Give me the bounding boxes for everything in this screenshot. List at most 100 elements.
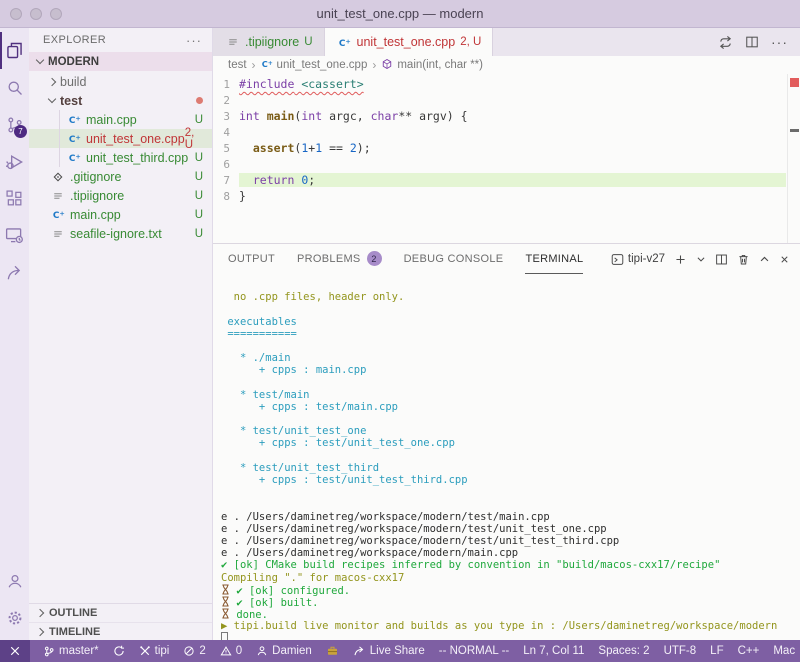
line-content: int main(int argc, char** argv) { (239, 109, 786, 123)
code-line-8[interactable]: 8} (213, 188, 800, 204)
terminal-line: Compiling "." for macos-cxx17 (221, 572, 800, 584)
extensions-icon[interactable] (0, 180, 29, 217)
workspace-section-header[interactable]: MODERN (29, 52, 212, 71)
line-number: 7 (213, 174, 239, 187)
workspace-name: MODERN (48, 56, 99, 68)
split-terminal-icon[interactable] (715, 253, 728, 266)
breadcrumb-folder[interactable]: test (228, 59, 247, 71)
split-editor-icon[interactable] (745, 35, 759, 49)
status-item-mac[interactable]: Mac (766, 645, 800, 657)
terminal-line: * test/main (221, 389, 800, 401)
window-title: unit_test_one.cpp — modern (317, 6, 484, 21)
status-item-master-[interactable]: master* (36, 645, 106, 658)
svg-text:+: + (59, 209, 64, 217)
status-item-c++[interactable]: C++ (731, 645, 767, 657)
close-window-button[interactable] (10, 8, 22, 20)
status-item-sync-icon[interactable] (106, 645, 132, 657)
svg-text:+: + (345, 37, 350, 45)
briefcase-icon (326, 645, 339, 657)
code-line-7[interactable]: 7 return 0; (213, 172, 800, 188)
run-debug-icon[interactable] (0, 143, 29, 180)
open-changes-icon[interactable] (718, 35, 733, 50)
explorer-icon[interactable] (0, 32, 29, 69)
panel-tab-output[interactable]: OUTPUT (228, 244, 275, 274)
explorer-item--gitignore[interactable]: .gitignoreU (29, 167, 212, 186)
kill-terminal-icon[interactable] (737, 253, 750, 266)
cpp-icon: C+ (51, 208, 65, 221)
item-label: .tipiignore (70, 189, 124, 203)
account-icon[interactable] (0, 562, 29, 599)
chevron-down-icon[interactable] (696, 254, 706, 264)
svg-text:C: C (52, 211, 59, 221)
line-number: 4 (213, 126, 239, 139)
minimize-window-button[interactable] (30, 8, 42, 20)
cpp-icon: C+ (67, 113, 81, 126)
item-label: build (60, 75, 86, 89)
live-share-icon[interactable] (0, 254, 29, 291)
explorer-item-build[interactable]: build (29, 72, 212, 91)
tab-unit-test-one[interactable]: C+ unit_test_one.cpp 2, U (325, 28, 494, 56)
svg-text:C: C (339, 38, 346, 48)
breadcrumb-file[interactable]: C+ unit_test_one.cpp (261, 58, 368, 73)
terminal-line: no .cpp files, header only. (221, 291, 800, 303)
timeline-section[interactable]: TIMELINE (29, 622, 212, 640)
code-line-4[interactable]: 4 (213, 124, 800, 140)
code-line-2[interactable]: 2 (213, 92, 800, 108)
maximize-panel-icon[interactable] (759, 254, 770, 265)
status-item-spaces-2[interactable]: Spaces: 2 (591, 645, 656, 657)
status-item-2[interactable]: 2 (176, 645, 212, 657)
source-control-icon[interactable]: 7 (0, 106, 29, 143)
more-actions-icon[interactable]: ··· (771, 34, 788, 50)
explorer-item-main-cpp[interactable]: C+main.cppU (29, 205, 212, 224)
terminal-line: e . /Users/daminetreg/workspace/modern/t… (221, 511, 800, 523)
status-item-tipi[interactable]: tipi (132, 645, 177, 657)
code-line-3[interactable]: 3int main(int argc, char** argv) { (213, 108, 800, 124)
code-line-6[interactable]: 6 (213, 156, 800, 172)
panel-tab-debug-console[interactable]: DEBUG CONSOLE (404, 244, 504, 274)
terminal-line (221, 279, 800, 291)
explorer-item-seafile-ignore-txt[interactable]: seafile-ignore.txtU (29, 224, 212, 243)
chevron-right-icon (36, 627, 44, 635)
code-editor[interactable]: 1#include <cassert>23int main(int argc, … (213, 74, 800, 243)
status-item-briefcase-icon[interactable] (319, 645, 346, 657)
terminal-picker[interactable]: tipi-v27 (611, 253, 665, 266)
status-label: -- NORMAL -- (439, 645, 509, 657)
remote-explorer-icon[interactable] (0, 217, 29, 254)
status-item-damien[interactable]: Damien (249, 645, 319, 657)
status-label: Mac (773, 645, 795, 657)
status-item-lf[interactable]: LF (703, 645, 730, 657)
outline-section[interactable]: OUTLINE (29, 604, 212, 622)
panel-tab-terminal[interactable]: TERMINAL (525, 244, 583, 274)
search-icon[interactable] (0, 69, 29, 106)
status-item-utf-8[interactable]: UTF-8 (657, 645, 704, 657)
tab-tipiignore[interactable]: .tipiignore U (213, 28, 325, 56)
code-line-1[interactable]: 1#include <cassert> (213, 76, 800, 92)
status-item-0[interactable]: 0 (213, 645, 249, 657)
explorer-item--tipiignore[interactable]: .tipiignoreU (29, 186, 212, 205)
hourglass-icon (221, 608, 230, 619)
scm-changes-badge: 7 (14, 125, 27, 138)
error-icon (183, 645, 195, 657)
status-item-live-share[interactable]: Live Share (346, 645, 432, 657)
explorer-item-unit-test-one-cpp[interactable]: C+unit_test_one.cpp2, U (29, 129, 212, 148)
new-terminal-icon[interactable] (674, 253, 687, 266)
close-panel-icon[interactable] (779, 254, 790, 265)
terminal-output[interactable]: no .cpp files, header only. executables … (213, 274, 800, 640)
explorer-item-unit-test-third-cpp[interactable]: C+unit_test_third.cppU (29, 148, 212, 167)
terminal-line: done. (221, 608, 800, 620)
status-item--normal-[interactable]: -- NORMAL -- (432, 645, 516, 657)
remote-indicator[interactable] (0, 640, 30, 662)
svg-text:C: C (68, 135, 75, 145)
terminal-line: * ./main (221, 352, 800, 364)
code-line-5[interactable]: 5 assert(1+1 == 2); (213, 140, 800, 156)
git-status-badge: U (195, 209, 203, 221)
breadcrumb-symbol[interactable]: main(int, char **) (381, 58, 483, 73)
activity-bar: 7 (0, 28, 29, 640)
status-item-ln-7-col-11[interactable]: Ln 7, Col 11 (516, 645, 591, 657)
zoom-window-button[interactable] (50, 8, 62, 20)
explorer-item-test[interactable]: test (29, 91, 212, 110)
explorer-more-actions-button[interactable]: ··· (186, 33, 202, 48)
panel-tab-problems[interactable]: PROBLEMS2 (297, 244, 382, 274)
settings-icon[interactable] (0, 599, 29, 636)
panel-actions: tipi-v27 (611, 253, 790, 266)
